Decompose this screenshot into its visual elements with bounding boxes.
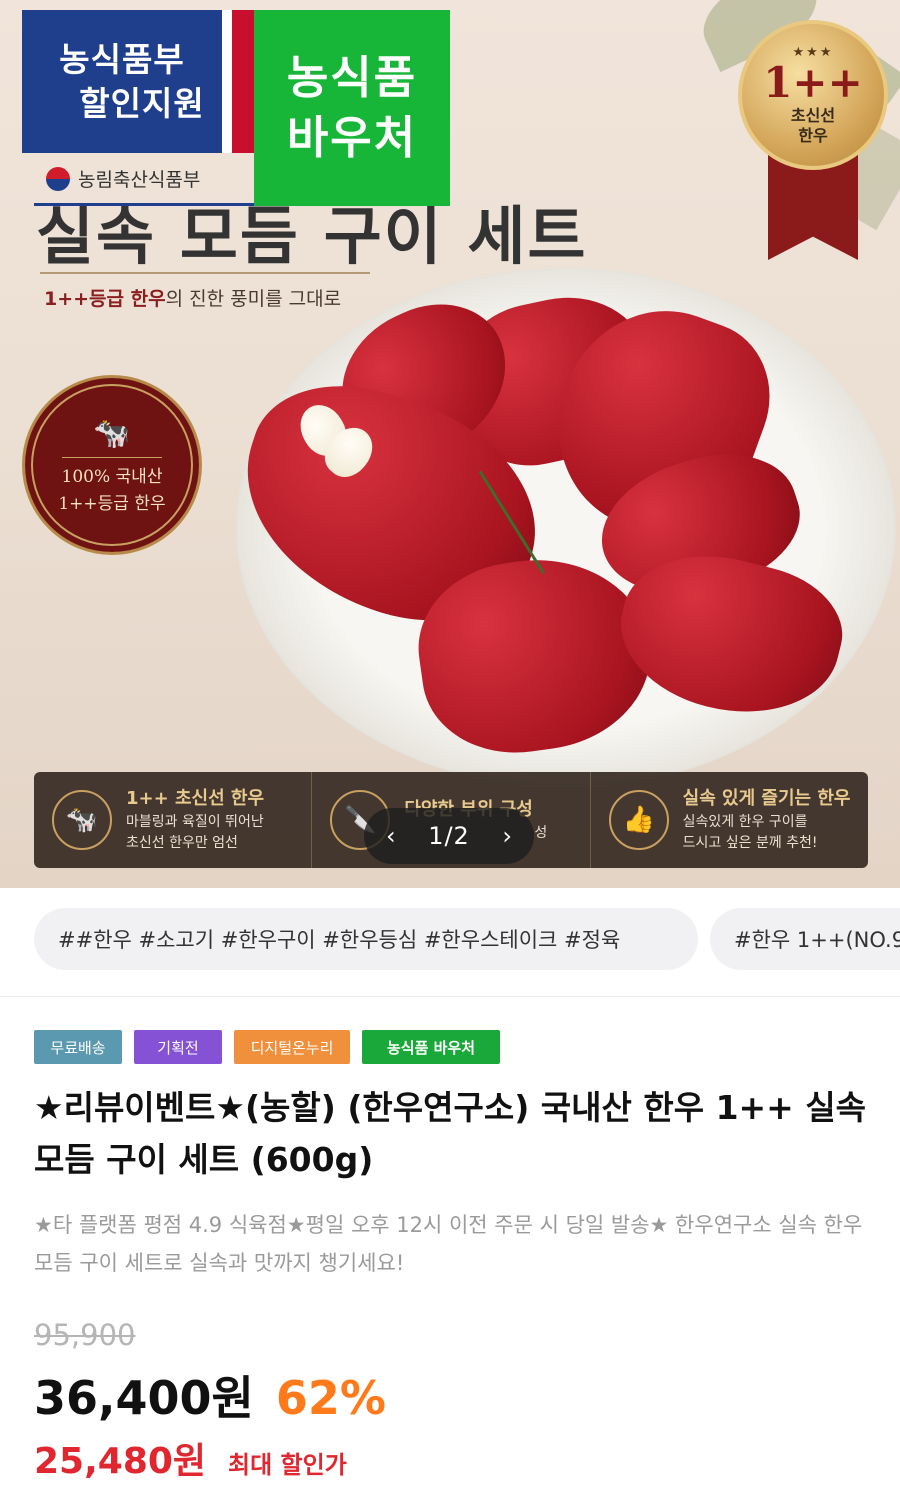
product-description: ★타 플랫폼 평점 4.9 식육점★평일 오후 12시 이전 주문 시 당일 발… (34, 1213, 863, 1275)
hero-subtitle-rest: 의 진한 풍미를 그대로 (165, 288, 342, 310)
medal-line1: 초신선 (790, 105, 836, 125)
sale-price: 36,400원 (34, 1371, 254, 1425)
feature-title: 1++ 초신선 한우 (126, 788, 265, 809)
original-price: 95,900 (34, 1318, 136, 1352)
product-badges: 무료배송 기획전 디지털온누리 농식품 바우처 (34, 1030, 500, 1064)
discount-rate: 62% (275, 1371, 386, 1425)
hero-subtitle-highlight: 1++등급 한우 (44, 288, 166, 310)
ministry-logo: 농림축산식품부 (46, 165, 200, 192)
gov-discount-badge: 농식품부 할인지원 (22, 10, 254, 153)
feature-desc: 실속있게 한우 구이를 (682, 814, 808, 830)
carousel-pager: ‹ 1/2 › (364, 808, 534, 864)
feature-title: 실속 있게 즐기는 한우 (682, 788, 851, 809)
ministry-rule (34, 203, 254, 206)
product-image-carousel[interactable]: 실속 모듬 구이 세트 1++등급 한우의 진한 풍미를 그대로 농림축산식품부… (0, 0, 900, 888)
feature-desc: 초신선 한우만 엄선 (126, 835, 238, 851)
voucher-badge-line2: 바우처 (286, 111, 418, 164)
badge-strip (222, 10, 254, 153)
domestic-seal: 🐄 100% 국내산 1++등급 한우 (22, 375, 202, 555)
cow-icon: 🐄 (52, 790, 112, 850)
max-discount-label: 최대 할인가 (228, 1451, 347, 1479)
hashtag-row[interactable]: ##한우 #소고기 #한우구이 #한우등심 #한우스테이크 #정육 #한우 1+… (0, 908, 900, 972)
badge-digital-onnuri: 디지털온누리 (234, 1030, 350, 1064)
feature-desc: 마블링과 육질이 뛰어난 (126, 814, 264, 830)
cow-icon: 🐄 (93, 416, 131, 451)
max-discount-row: 25,480원 최대 할인가 (34, 1432, 347, 1484)
feature-item: 🐄 1++ 초신선 한우 마블링과 육질이 뛰어난 초신선 한우만 엄선 (34, 772, 313, 868)
medal-disc: ★★★ 1++ 초신선 한우 (738, 20, 888, 170)
medal-line2: 한우 (798, 125, 828, 145)
badge-food-voucher: 농식품 바우처 (362, 1030, 500, 1064)
gov-badge-line2: 할인지원 (79, 83, 205, 123)
hero-subtitle: 1++등급 한우의 진한 풍미를 그대로 (44, 284, 341, 311)
badge-free-shipping: 무료배송 (34, 1030, 122, 1064)
section-divider (0, 996, 900, 997)
max-discount-price: 25,480원 (34, 1441, 207, 1482)
product-title: ★리뷰이벤트★(농할) (한우연구소) 국내산 한우 1++ 실속 모듬 구이 … (34, 1088, 867, 1179)
badge-promotion: 기획전 (134, 1030, 222, 1064)
seal-line1: 100% 국내산 (61, 457, 163, 487)
hashtag-chip[interactable]: #한우 1++(NO.9 (710, 908, 900, 970)
hashtag-chip[interactable]: ##한우 #소고기 #한우구이 #한우등심 #한우스테이크 #정육 (34, 908, 698, 970)
carousel-page-count: 1/2 (428, 822, 470, 850)
voucher-badge-line1: 농식품 (286, 51, 418, 104)
ministry-name: 농림축산식품부 (78, 169, 201, 191)
grade-medal: ★★★ 1++ 초신선 한우 (738, 20, 888, 260)
seal-line2: 1++등급 한우 (58, 494, 166, 514)
feature-desc: 드시고 싶은 분께 추천! (682, 835, 818, 851)
feature-item: 👍 실속 있게 즐기는 한우 실속있게 한우 구이를 드시고 싶은 분께 추천! (591, 772, 868, 868)
taegeuk-icon (46, 166, 70, 191)
voucher-badge: 농식품 바우처 (254, 10, 450, 206)
chevron-right-icon[interactable]: › (502, 822, 512, 850)
chevron-left-icon[interactable]: ‹ (386, 822, 396, 850)
price-row: 36,400원 62% (34, 1362, 386, 1428)
medal-grade: 1++ (763, 57, 863, 107)
gov-badge-line1: 농식품부 (59, 39, 185, 79)
thumbs-up-icon: 👍 (608, 790, 669, 850)
